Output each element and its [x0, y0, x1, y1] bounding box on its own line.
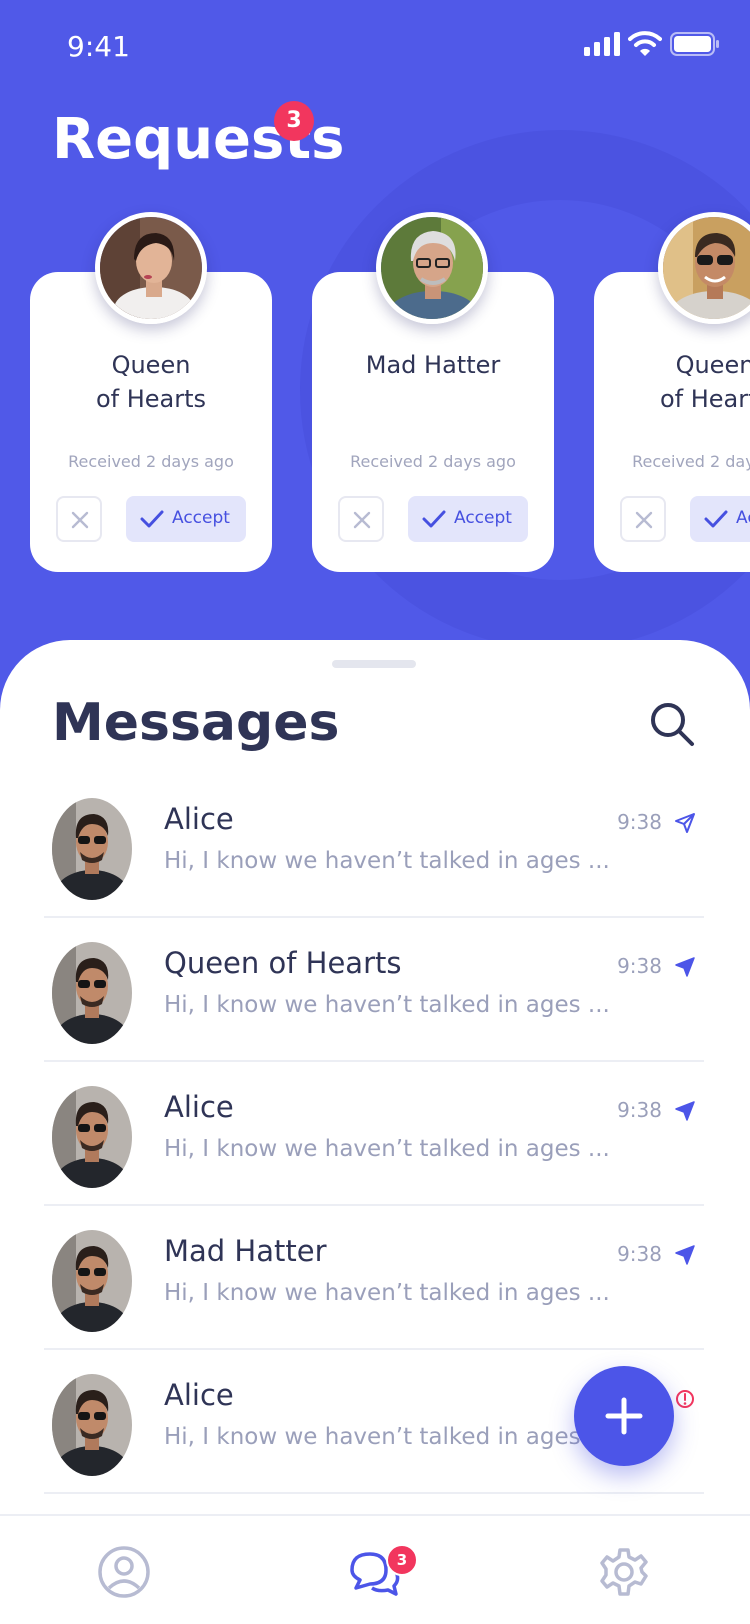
message-time: 9:38: [617, 1098, 662, 1122]
profile-icon[interactable]: [96, 1544, 152, 1600]
message-time: 9:38: [617, 810, 662, 834]
checkmark-icon: [704, 510, 728, 528]
close-icon: [353, 511, 371, 529]
sent-icon: [675, 1245, 695, 1265]
requests-count-badge: 3: [274, 101, 314, 141]
wifi-icon: [628, 31, 662, 56]
sent-icon: [675, 813, 695, 833]
close-icon: [71, 511, 89, 529]
avatar[interactable]: [52, 1374, 132, 1476]
new-message-button[interactable]: [574, 1366, 674, 1466]
accept-label: Accept: [454, 508, 512, 528]
message-row[interactable]: Queen of Hearts Hi, I know we haven’t tal…: [44, 918, 704, 1062]
messages-nav-badge: 3: [386, 1544, 418, 1576]
message-time: 9:38: [617, 954, 662, 978]
contact-name: Alice: [164, 802, 234, 836]
request-name: Queen of Hearts: [95, 351, 207, 413]
avatar-photo: [663, 217, 750, 319]
request-name: Mad Hatter: [365, 351, 501, 379]
accept-label: Accept: [736, 508, 750, 528]
request-received-date: Received 2 days ago: [350, 452, 516, 471]
checkmark-icon: [140, 510, 164, 528]
search-icon[interactable]: [648, 700, 696, 748]
status-time: 9:41: [67, 30, 130, 63]
accept-button[interactable]: Accept: [408, 496, 528, 542]
checkmark-icon: [422, 510, 446, 528]
app-screen: 9:41 Requests 3 Queen of Hearts Received…: [0, 0, 750, 1624]
avatar[interactable]: [52, 798, 132, 900]
close-icon: [635, 511, 653, 529]
accept-button[interactable]: Accept: [690, 496, 750, 542]
contact-name: Mad Hatter: [164, 1234, 327, 1268]
avatar[interactable]: [52, 1086, 132, 1188]
message-row[interactable]: Alice Hi, I know we haven’t talked in age…: [44, 774, 704, 918]
settings-icon[interactable]: [596, 1544, 652, 1600]
message-time: 9:38: [617, 1242, 662, 1266]
bottom-nav: [0, 1514, 750, 1624]
decline-button[interactable]: [56, 496, 102, 542]
avatar[interactable]: [52, 1230, 132, 1332]
decline-button[interactable]: [620, 496, 666, 542]
sent-icon: [675, 1101, 695, 1121]
message-preview: Hi, I know we haven’t talked in ages ...: [164, 1424, 610, 1450]
message-row[interactable]: Mad Hatter Hi, I know we haven’t talked i…: [44, 1206, 704, 1350]
message-preview: Hi, I know we haven’t talked in ages ...: [164, 992, 610, 1018]
avatar-photo: [100, 217, 202, 319]
plus-icon: [605, 1397, 643, 1435]
contact-name: Alice: [164, 1378, 234, 1412]
message-row[interactable]: Alice Hi, I know we haven’t talked in age…: [44, 1062, 704, 1206]
avatar[interactable]: [95, 212, 207, 324]
contact-name: Alice: [164, 1090, 234, 1124]
cellular-signal-icon: [584, 32, 620, 56]
error-icon: [676, 1390, 694, 1408]
status-bar: 9:41: [0, 0, 750, 96]
request-received-date: Received 2 days ago: [68, 452, 234, 471]
decline-button[interactable]: [338, 496, 384, 542]
messages-title: Messages: [52, 693, 340, 753]
accept-label: Accept: [172, 508, 230, 528]
message-preview: Hi, I know we haven’t talked in ages ...: [164, 1280, 610, 1306]
contact-name: Queen of Hearts: [164, 946, 402, 980]
message-preview: Hi, I know we haven’t talked in ages ...: [164, 1136, 610, 1162]
avatar[interactable]: [52, 942, 132, 1044]
request-received-date: Received 2 days ago: [632, 452, 750, 471]
message-preview: Hi, I know we haven’t talked in ages ...: [164, 848, 610, 874]
request-name: Queen of Hearts: [659, 351, 750, 413]
avatar[interactable]: [376, 212, 488, 324]
sent-icon: [675, 957, 695, 977]
sheet-drag-handle[interactable]: [332, 660, 416, 668]
battery-icon: [670, 32, 719, 56]
avatar-photo: [381, 217, 483, 319]
accept-button[interactable]: Accept: [126, 496, 246, 542]
